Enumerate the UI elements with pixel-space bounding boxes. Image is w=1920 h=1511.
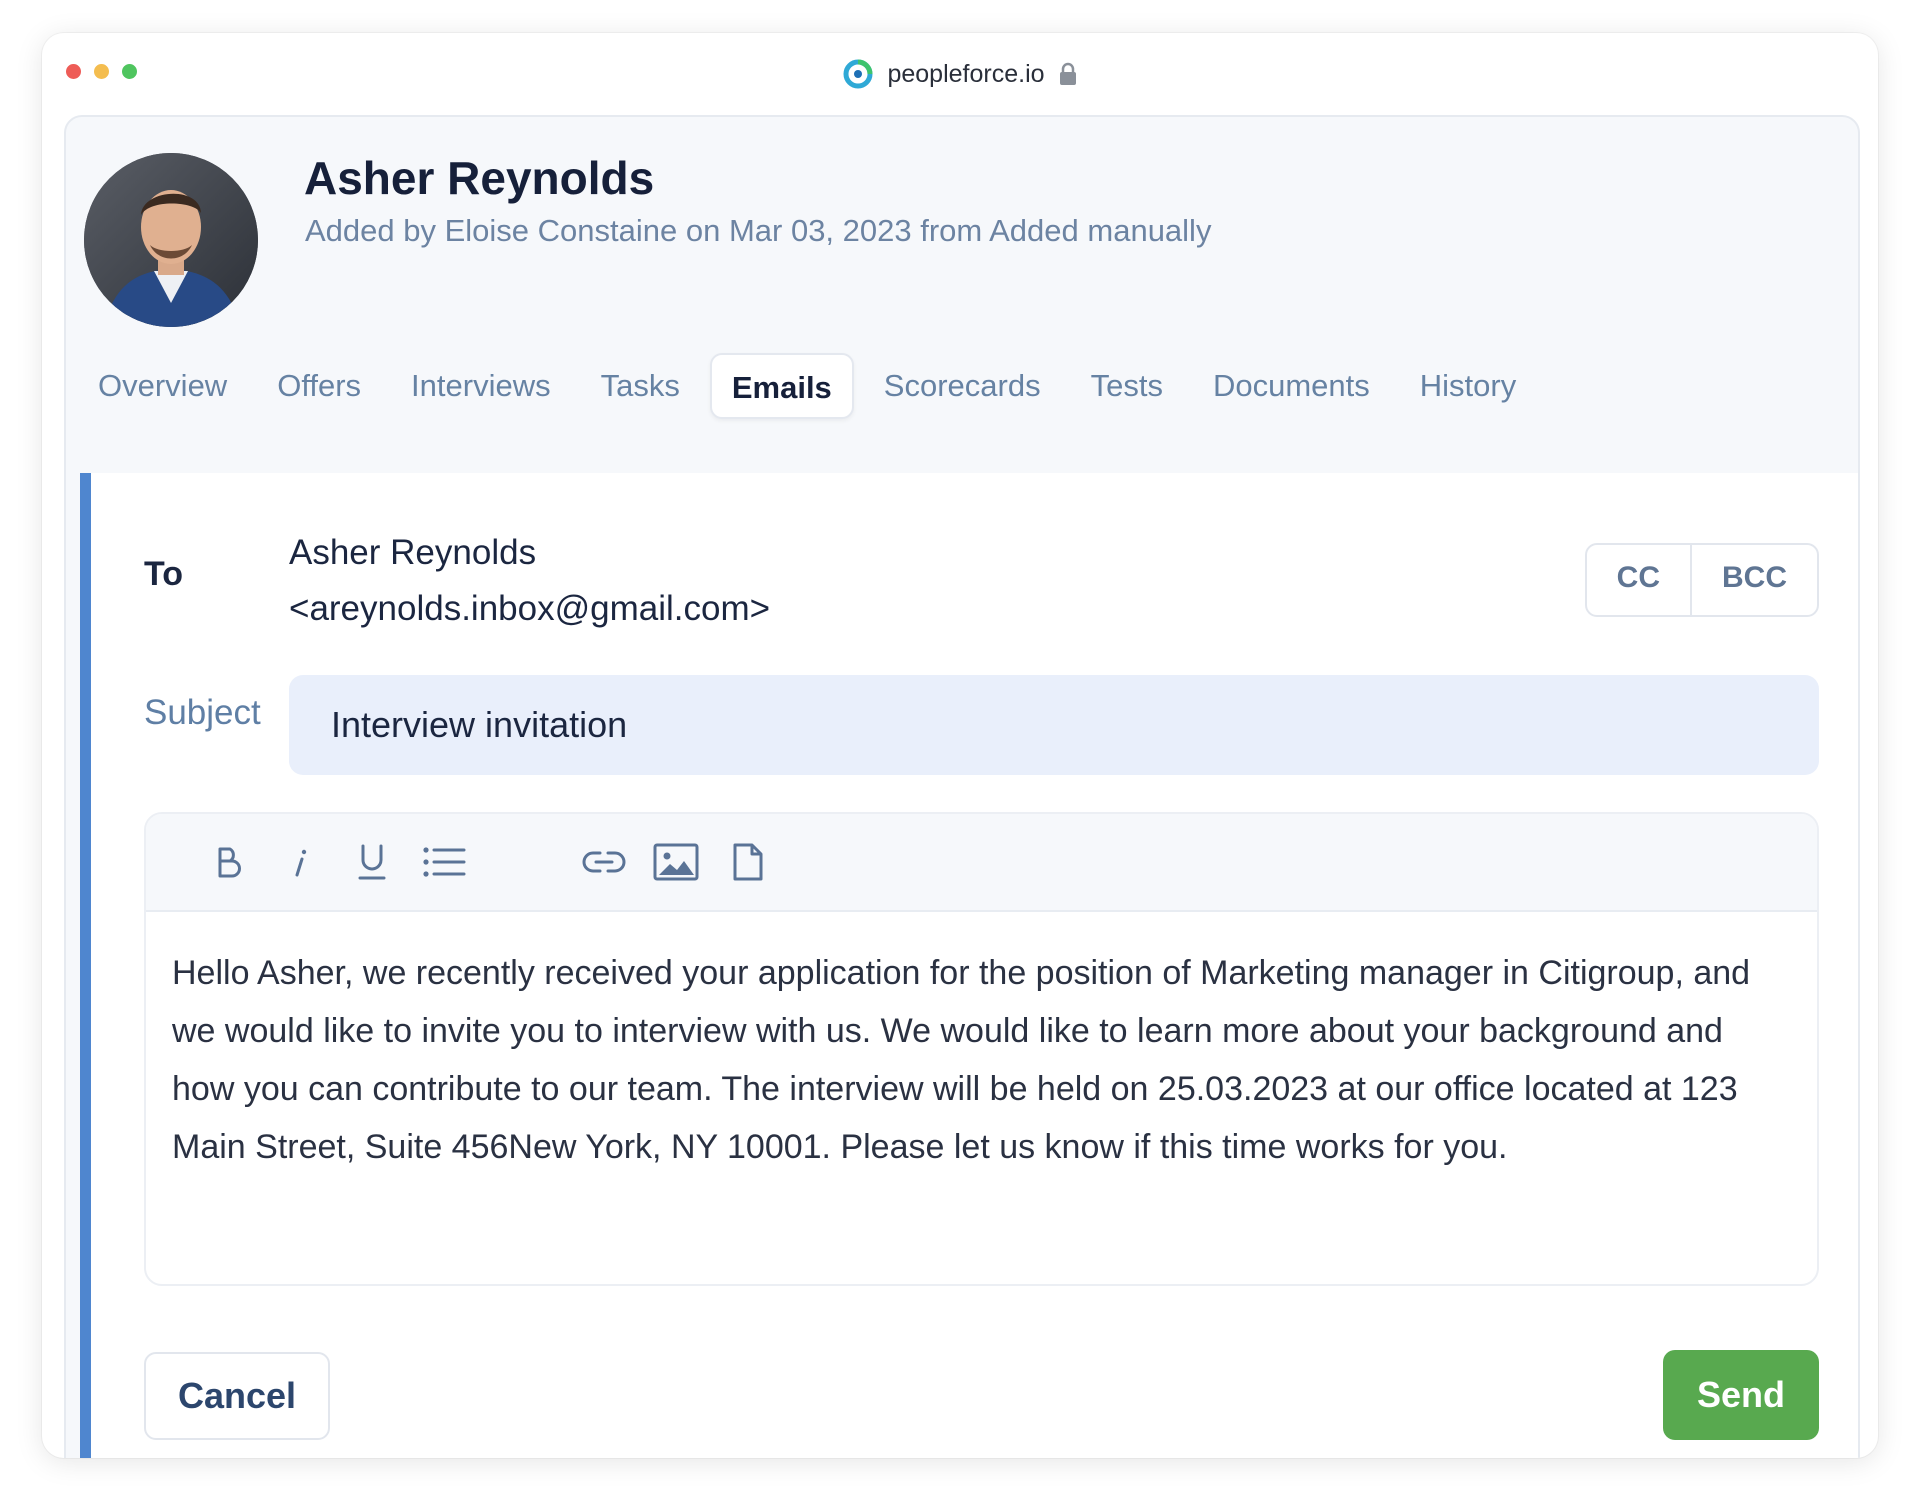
candidate-meta: Added by Eloise Constaine on Mar 03, 202… bbox=[305, 213, 1212, 248]
underline-icon[interactable] bbox=[346, 836, 398, 888]
recipient-email: <areynolds.inbox@gmail.com> bbox=[289, 589, 771, 628]
lock-icon bbox=[1059, 62, 1077, 86]
url-text: peopleforce.io bbox=[887, 59, 1045, 88]
email-compose-panel: To Asher Reynolds <areynolds.inbox@gmail… bbox=[80, 473, 1858, 1458]
email-body[interactable]: Hello Asher, we recently received your a… bbox=[172, 944, 1787, 1176]
cancel-button[interactable]: Cancel bbox=[144, 1352, 330, 1440]
tab-scorecards[interactable]: Scorecards bbox=[864, 353, 1061, 419]
image-icon[interactable] bbox=[650, 836, 702, 888]
cc-bcc-group: CC BCC bbox=[1584, 543, 1819, 617]
formatting-toolbar bbox=[146, 814, 1817, 912]
link-icon[interactable] bbox=[578, 836, 630, 888]
tab-documents[interactable]: Documents bbox=[1193, 353, 1390, 419]
italic-icon[interactable] bbox=[274, 836, 326, 888]
profile-tabs: Overview Offers Interviews Tasks Emails … bbox=[78, 353, 1546, 419]
email-editor: Hello Asher, we recently received your a… bbox=[144, 812, 1819, 1286]
tab-tests[interactable]: Tests bbox=[1071, 353, 1183, 419]
subject-label: Subject bbox=[144, 693, 261, 732]
tab-overview[interactable]: Overview bbox=[78, 353, 247, 419]
title-bar: peopleforce.io bbox=[42, 33, 1878, 113]
recipient: Asher Reynolds <areynolds.inbox@gmail.co… bbox=[289, 525, 770, 637]
bcc-button[interactable]: BCC bbox=[1690, 545, 1817, 615]
tab-interviews[interactable]: Interviews bbox=[391, 353, 571, 419]
tab-tasks[interactable]: Tasks bbox=[581, 353, 700, 419]
avatar[interactable] bbox=[84, 153, 258, 327]
tab-offers[interactable]: Offers bbox=[257, 353, 381, 419]
send-button[interactable]: Send bbox=[1663, 1350, 1819, 1440]
candidate-card: Asher Reynolds Added by Eloise Constaine… bbox=[64, 115, 1860, 1458]
candidate-name: Asher Reynolds bbox=[304, 152, 655, 204]
tab-emails[interactable]: Emails bbox=[709, 353, 854, 419]
address-bar[interactable]: peopleforce.io bbox=[42, 57, 1878, 91]
browser-window: peopleforce.io Asher Reynolds Added by E… bbox=[42, 33, 1878, 1458]
peopleforce-logo-icon bbox=[843, 59, 873, 89]
tab-history[interactable]: History bbox=[1400, 353, 1536, 419]
bold-icon[interactable] bbox=[202, 836, 254, 888]
cc-button[interactable]: CC bbox=[1587, 545, 1690, 615]
file-icon[interactable] bbox=[722, 836, 774, 888]
bulleted-list-icon[interactable] bbox=[418, 836, 470, 888]
recipient-name: Asher Reynolds bbox=[289, 533, 537, 572]
to-label: To bbox=[144, 555, 184, 593]
subject-input[interactable] bbox=[289, 675, 1819, 775]
